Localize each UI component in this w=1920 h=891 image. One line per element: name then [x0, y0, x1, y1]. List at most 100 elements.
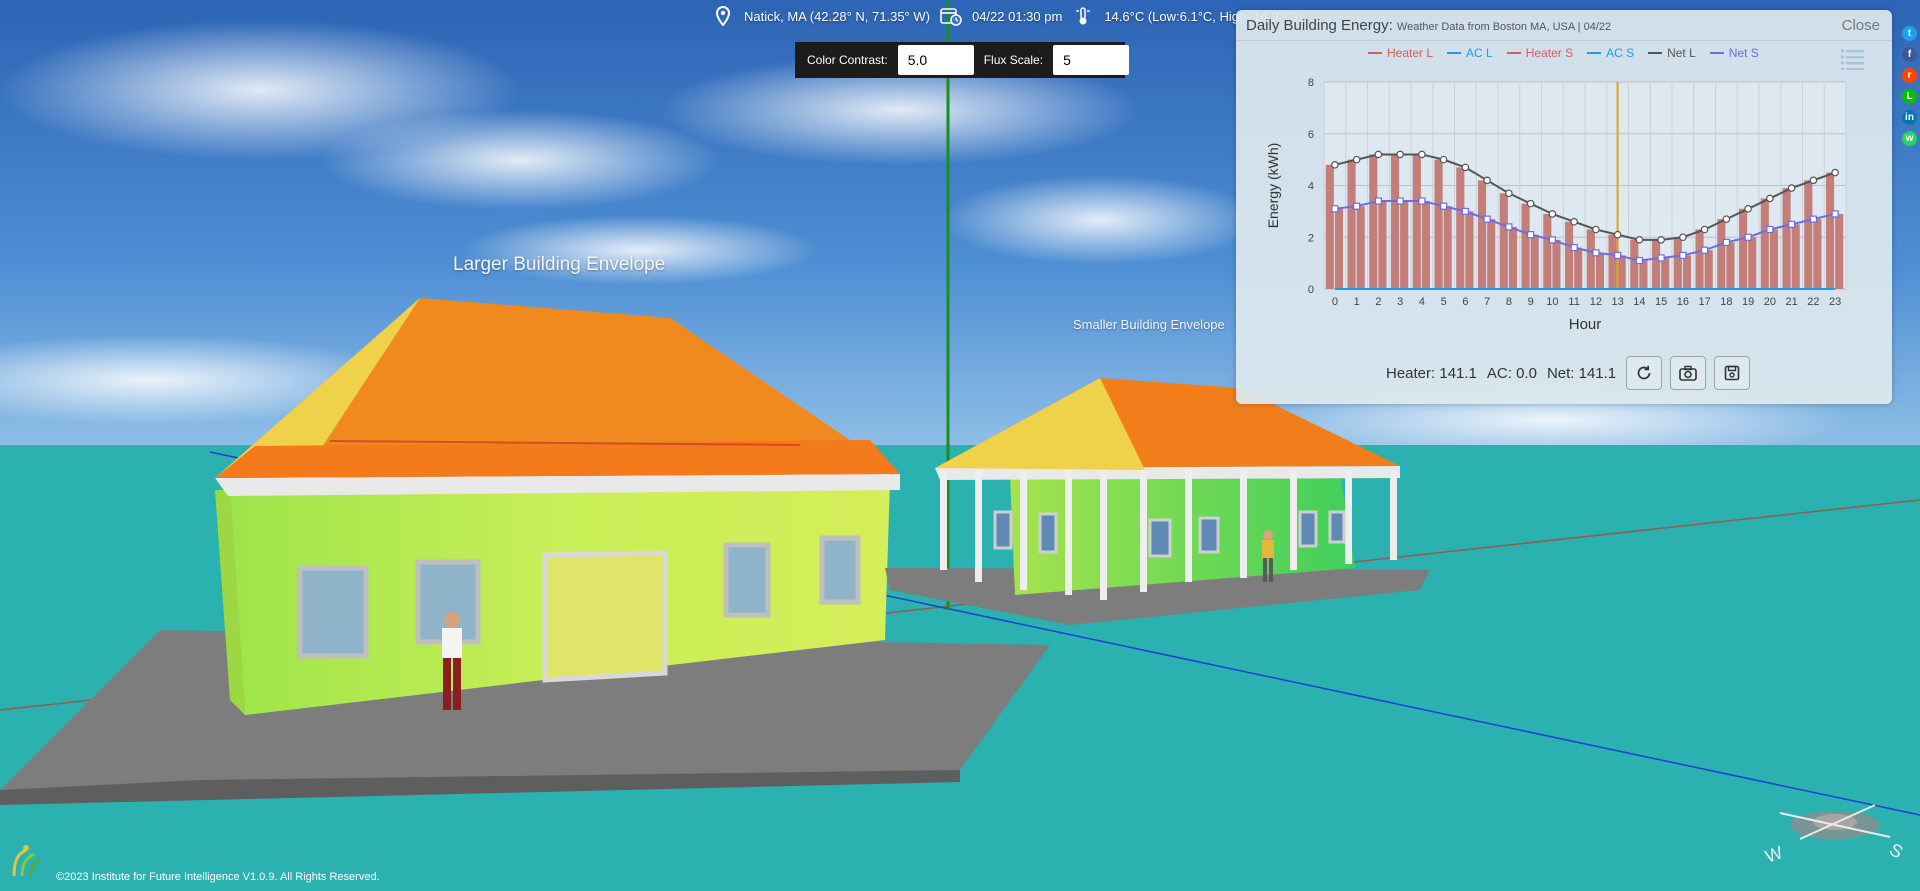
y-tick-label: 2: [1308, 232, 1314, 244]
x-tick-label: 4: [1419, 296, 1425, 308]
location-text: Natick, MA (42.28° N, 71.35° W): [744, 8, 930, 24]
legend-item-net-l[interactable]: Net L: [1648, 46, 1696, 60]
point-net-s: [1353, 202, 1361, 210]
x-tick-label: 5: [1441, 296, 1447, 308]
save-icon: [1724, 365, 1740, 381]
legend-swatch: [1368, 52, 1382, 54]
bar-heater-l: [1738, 208, 1748, 289]
bar-heater-s: [1465, 211, 1474, 289]
bar-heater-l: [1760, 198, 1769, 289]
whatsapp-icon[interactable]: w: [1902, 131, 1917, 146]
bar-heater-s: [1617, 255, 1626, 289]
line-icon[interactable]: L: [1902, 89, 1917, 104]
refresh-button[interactable]: [1626, 356, 1663, 390]
flux-scale-input[interactable]: [1053, 45, 1130, 75]
bar-heater-s: [1378, 201, 1387, 289]
info-bar: Natick, MA (42.28° N, 71.35° W) 04/22 01…: [712, 4, 1298, 28]
bar-heater-s: [1400, 201, 1409, 289]
x-tick-label: 22: [1807, 296, 1819, 308]
legend-item-ac-l[interactable]: AC L: [1447, 46, 1493, 60]
calendar-clock-icon[interactable]: [940, 5, 962, 27]
location-pin-icon: [712, 5, 734, 27]
x-tick-label: 2: [1375, 296, 1381, 308]
bar-heater-l: [1586, 229, 1595, 289]
compass-icon[interactable]: W S: [1760, 795, 1910, 875]
point-net-s: [1788, 220, 1796, 228]
ac-total: AC: 0.0: [1486, 364, 1537, 382]
point-net-l: [1439, 155, 1448, 164]
point-net-l: [1374, 150, 1383, 159]
bar-heater-l: [1477, 180, 1487, 289]
x-tick-label: 20: [1764, 296, 1776, 308]
bar-heater-l: [1499, 193, 1508, 289]
share-bar: t f r L in w: [1902, 26, 1917, 146]
x-tick-label: 21: [1786, 296, 1798, 308]
legend-label: AC S: [1606, 46, 1635, 60]
point-net-l: [1592, 225, 1600, 234]
point-net-s: [1418, 197, 1426, 205]
bar-heater-l: [1673, 237, 1682, 289]
point-net-l: [1483, 176, 1491, 185]
legend-swatch: [1648, 52, 1663, 54]
point-net-s: [1592, 249, 1600, 257]
screenshot-button[interactable]: [1670, 356, 1707, 390]
bar-heater-s: [1704, 250, 1713, 289]
x-tick-label: 6: [1462, 296, 1468, 308]
bar-heater-l: [1325, 164, 1334, 289]
legend-label: Heater L: [1387, 46, 1434, 60]
x-tick-label: 18: [1720, 296, 1732, 308]
bar-heater-l: [1521, 203, 1530, 289]
bar-heater-l: [1825, 172, 1835, 289]
flux-toolbar: Color Contrast: Flux Scale:: [795, 42, 1130, 78]
bar-heater-l: [1804, 180, 1813, 289]
bar-heater-s: [1791, 224, 1800, 289]
legend-swatch: [1709, 52, 1724, 54]
x-tick-label: 19: [1742, 296, 1754, 308]
ifi-logo[interactable]: [8, 840, 44, 883]
x-tick-label: 16: [1677, 296, 1689, 308]
point-net-s: [1483, 215, 1491, 223]
panel-header[interactable]: Daily Building Energy: Weather Data from…: [1236, 10, 1892, 41]
close-button[interactable]: Close: [1842, 17, 1880, 34]
legend-item-net-s[interactable]: Net S: [1709, 46, 1759, 60]
point-net-s: [1831, 210, 1839, 218]
legend-item-ac-s[interactable]: AC S: [1587, 46, 1634, 60]
copyright-footer: ©2023 Institute for Future Intelligence …: [56, 871, 380, 883]
color-contrast-input[interactable]: [897, 45, 974, 75]
bar-heater-s: [1530, 234, 1539, 289]
reddit-icon[interactable]: r: [1902, 68, 1917, 83]
point-net-l: [1418, 150, 1426, 159]
point-net-l: [1570, 217, 1578, 226]
point-net-s: [1679, 251, 1687, 259]
legend-item-heater-s[interactable]: Heater S: [1506, 46, 1574, 60]
point-net-l: [1722, 215, 1731, 223]
bar-heater-l: [1412, 154, 1421, 289]
point-net-s: [1570, 244, 1578, 252]
twitter-icon[interactable]: t: [1902, 26, 1917, 41]
legend-item-heater-l[interactable]: Heater L: [1368, 46, 1433, 60]
facebook-icon[interactable]: f: [1902, 47, 1917, 62]
point-net-l: [1526, 199, 1535, 208]
legend-swatch: [1447, 52, 1462, 54]
compass-s-label: S: [1886, 839, 1906, 862]
bar-heater-l: [1347, 159, 1356, 289]
panel-title-main: Daily Building Energy:: [1246, 17, 1393, 34]
daily-energy-panel[interactable]: Daily Building Energy: Weather Data from…: [1236, 10, 1892, 404]
x-tick-label: 7: [1484, 296, 1490, 308]
bar-heater-s: [1552, 239, 1561, 289]
y-tick-label: 8: [1308, 77, 1314, 89]
legend-label: AC L: [1466, 46, 1493, 60]
x-tick-label: 10: [1546, 296, 1558, 308]
bar-heater-s: [1574, 247, 1583, 289]
y-tick-label: 4: [1308, 181, 1314, 193]
x-tick-label: 11: [1568, 296, 1579, 308]
legend-label: Heater S: [1525, 46, 1574, 60]
save-button[interactable]: [1714, 356, 1751, 390]
bar-heater-l: [1630, 239, 1639, 289]
point-net-l: [1505, 189, 1513, 198]
bar-heater-s: [1487, 219, 1496, 289]
point-net-s: [1635, 256, 1643, 265]
linkedin-icon[interactable]: in: [1902, 110, 1917, 125]
point-net-l: [1548, 210, 1557, 218]
point-net-s: [1396, 197, 1404, 205]
